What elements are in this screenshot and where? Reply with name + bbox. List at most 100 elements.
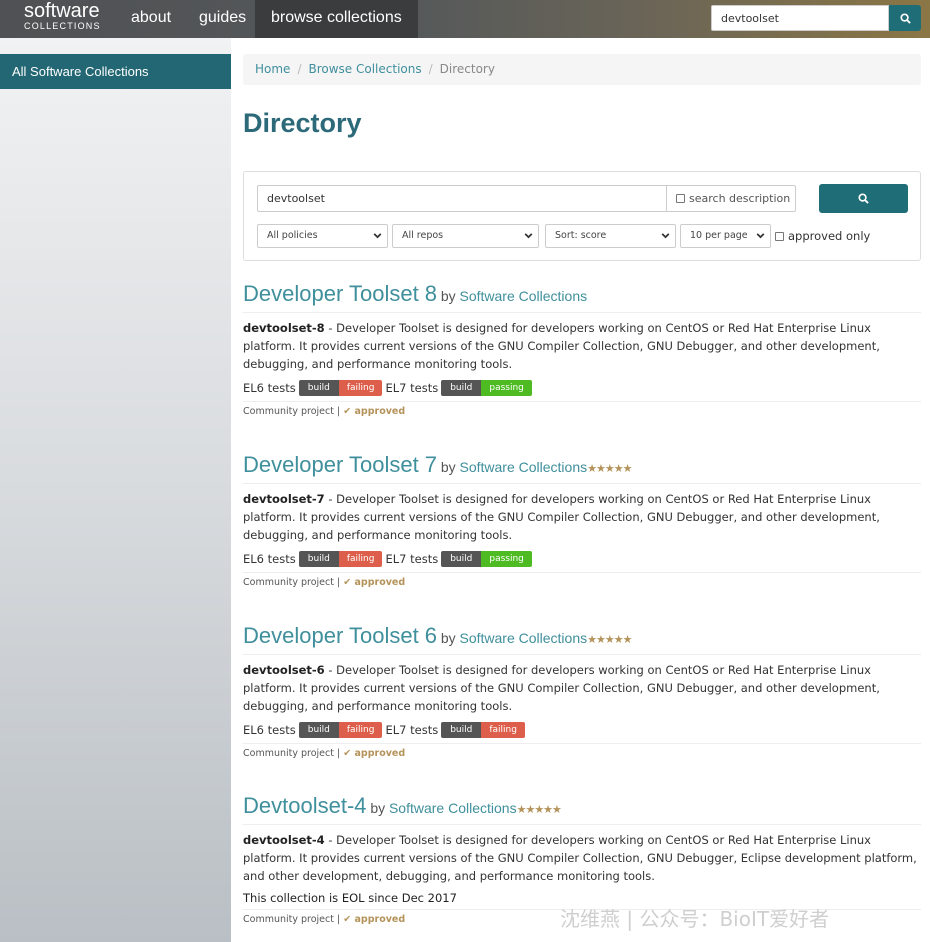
checkmark-icon: ✔ (343, 748, 352, 759)
result-title-link[interactable]: Developer Toolset 6 (243, 623, 437, 648)
top-search-button[interactable] (889, 5, 921, 31)
approved-label: approved (354, 914, 406, 925)
collection-search-button[interactable] (819, 184, 908, 213)
result-description-text: - Developer Toolset is designed for deve… (243, 321, 880, 371)
breadcrumb-browse-link[interactable]: Browse Collections (308, 62, 421, 76)
result-name: devtoolset-4 (243, 833, 325, 847)
breadcrumb-separator: / (428, 62, 433, 76)
el6-tests-label: EL6 tests (243, 552, 296, 566)
logo-top-text: software (24, 0, 100, 22)
approved-status: ✔ approved (343, 748, 405, 759)
sort-select[interactable]: Sort: score (545, 224, 676, 248)
result-title-link[interactable]: Developer Toolset 7 (243, 452, 437, 477)
repo-select-value: All repos (402, 230, 444, 241)
approved-status: ✔ approved (343, 914, 405, 925)
site-logo[interactable]: software COLLECTIONS (24, 1, 101, 31)
checkbox-box[interactable] (775, 231, 784, 241)
result-by-label: by (440, 459, 456, 475)
checkmark-icon: ✔ (343, 577, 352, 588)
result-tests: EL6 tests build failing EL7 tests build pa… (243, 550, 921, 568)
result-header: Developer Toolset 6 by Software Collecti… (243, 623, 921, 655)
checkbox-box[interactable] (676, 194, 685, 203)
result-description-text: - Developer Toolset is designed for deve… (243, 663, 880, 713)
result-owner-link[interactable]: Software Collections (460, 459, 588, 475)
result-owner-link[interactable]: Software Collections (460, 630, 588, 646)
el7-tests-label: EL7 tests (385, 381, 439, 395)
rating-stars-icon: ★★★★★ (587, 462, 632, 475)
chevron-down-icon (661, 233, 670, 239)
result-footer: Community project | ✔ approved (243, 401, 921, 417)
result-header: Developer Toolset 7 by Software Collecti… (243, 452, 921, 484)
el7-tests-label: EL7 tests (385, 723, 439, 737)
nav-guides-link[interactable]: guides (199, 0, 246, 38)
breadcrumb-current: Directory (439, 62, 495, 76)
result-by-label: by (370, 800, 386, 816)
breadcrumb-separator: / (297, 62, 302, 76)
chevron-down-icon (756, 233, 765, 239)
nav-browse-collections-link[interactable]: browse collections (255, 0, 418, 38)
policy-select[interactable]: All policies (257, 224, 388, 248)
badge-status: passing (481, 380, 532, 396)
result-name: devtoolset-8 (243, 321, 325, 335)
result-header: Developer Toolset 8 by Software Collecti… (243, 281, 921, 313)
badge-status: failing (481, 722, 525, 738)
badge-build-label: build (441, 551, 482, 567)
el7-build-badge[interactable]: build failing (441, 722, 525, 738)
badge-build-label: build (298, 722, 339, 738)
badge-status: passing (481, 551, 532, 567)
result-name: devtoolset-6 (243, 663, 325, 677)
result-item: Developer Toolset 7 by Software Collecti… (243, 452, 921, 588)
badge-build-label: build (298, 551, 339, 567)
el6-build-badge[interactable]: build failing (298, 380, 383, 396)
el7-build-badge[interactable]: build passing (441, 551, 532, 567)
policy-select-value: All policies (267, 230, 318, 241)
el7-tests-label: EL7 tests (385, 552, 439, 566)
sidebar: All Software Collections (0, 38, 231, 942)
el7-build-badge[interactable]: build passing (441, 380, 532, 396)
result-title-link[interactable]: Developer Toolset 8 (243, 281, 437, 306)
badge-build-label: build (298, 380, 339, 396)
logo-bottom-text: COLLECTIONS (24, 21, 101, 31)
per-page-select-value: 10 per page (690, 230, 748, 241)
search-description-checkbox[interactable]: search description (666, 185, 796, 212)
chevron-down-icon (524, 233, 533, 239)
el6-tests-label: EL6 tests (243, 381, 296, 395)
watermark: 沈维燕 | 公众号：BioIT爱好者 (560, 907, 830, 931)
result-item: Developer Toolset 6 by Software Collecti… (243, 623, 921, 759)
collection-search-input[interactable] (257, 185, 667, 212)
result-owner-link[interactable]: Software Collections (389, 800, 517, 816)
repo-select[interactable]: All repos (392, 224, 539, 248)
result-owner-link[interactable]: Software Collections (460, 288, 588, 304)
top-search-input[interactable] (711, 5, 889, 31)
page-title: Directory (243, 108, 362, 138)
per-page-select[interactable]: 10 per page (680, 224, 771, 248)
result-by-label: by (440, 630, 456, 646)
checkmark-icon: ✔ (343, 406, 352, 417)
result-description: devtoolset-6 - Developer Toolset is desi… (243, 661, 921, 715)
result-description: devtoolset-8 - Developer Toolset is desi… (243, 319, 921, 373)
breadcrumb-home-link[interactable]: Home (255, 62, 290, 76)
approved-status: ✔ approved (343, 577, 405, 588)
result-description: devtoolset-4 - Developer Toolset is desi… (243, 831, 921, 885)
result-name: devtoolset-7 (243, 492, 325, 506)
result-tests: EL6 tests build failing EL7 tests build fa… (243, 721, 921, 739)
result-by-label: by (440, 288, 456, 304)
breadcrumb: Home / Browse Collections / Directory (243, 54, 921, 85)
approved-only-checkbox[interactable]: approved only (775, 229, 870, 243)
community-label: Community project | (243, 406, 341, 417)
badge-status: failing (338, 551, 383, 567)
nav-about-link[interactable]: about (131, 0, 171, 38)
search-icon (899, 12, 911, 24)
search-icon (858, 193, 869, 204)
approved-label: approved (354, 406, 406, 417)
badge-status: failing (338, 722, 383, 738)
result-title-link[interactable]: Devtoolset-4 (243, 793, 367, 818)
el6-build-badge[interactable]: build failing (298, 551, 383, 567)
community-label: Community project | (243, 914, 341, 925)
approved-label: approved (354, 577, 406, 588)
el6-build-badge[interactable]: build failing (298, 722, 383, 738)
result-footer: Community project | ✔ approved (243, 572, 921, 588)
result-description-text: - Developer Toolset is designed for deve… (243, 833, 917, 883)
result-description-text: - Developer Toolset is designed for deve… (243, 492, 880, 542)
sidebar-item-all-collections[interactable]: All Software Collections (0, 54, 231, 89)
